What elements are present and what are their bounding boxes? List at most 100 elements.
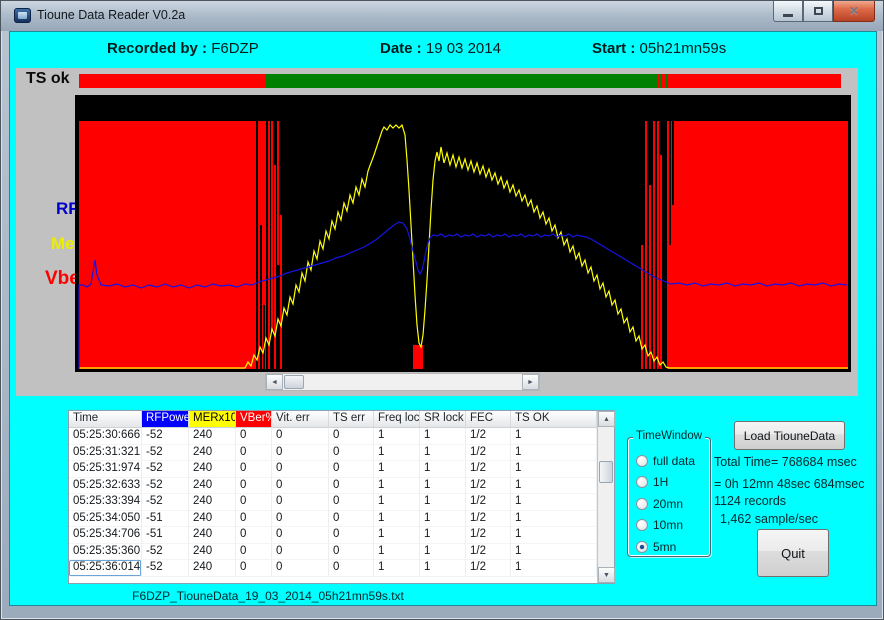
table-header-row[interactable]: TimeRFPowerMERx10VBer%Vit. errTS errFreq… [69,411,614,428]
table-cell: 1 [511,445,597,462]
table-cell: 0 [329,511,374,528]
black-spike [669,121,671,245]
column-header-time[interactable]: Time [69,411,142,427]
recorded-by: Recorded by : F6DZP [107,40,259,57]
start-time: Start : 05h21mn59s [592,40,726,57]
table-row[interactable]: 05:25:34:706-51240000111/21 [69,527,614,544]
red-spike [280,215,282,369]
column-header-fec[interactable]: FEC [466,411,511,427]
time-window-group: TimeWindow full data1H20mn10mn5mn [627,437,711,557]
table-cell: -52 [142,445,189,462]
radio-icon[interactable] [636,519,648,531]
table-cell: -51 [142,511,189,528]
ts-bar-segment [667,74,841,88]
title-bar[interactable]: Tioune Data Reader V0.2a ✕ [1,1,883,31]
table-cell: 0 [329,544,374,561]
table-cell: 1/2 [466,527,511,544]
date-label: Date : [380,40,422,57]
minimize-button[interactable] [773,1,803,22]
chart-panel: TS ok RF Mer Vber ◄ ► [16,68,858,396]
table-cell: 0 [329,478,374,495]
table-cell: 1 [420,511,466,528]
table-cell: 240 [189,560,236,577]
table-cell: 05:25:33:394 [69,494,142,511]
radio-option-5mn[interactable]: 5mn [636,536,695,558]
ts-ok-label: TS ok [26,70,70,88]
table-row[interactable]: 05:25:31:974-52240000111/21 [69,461,614,478]
signal-chart [75,95,851,372]
radio-selected-icon[interactable] [636,541,648,553]
table-cell: 05:25:32:633 [69,478,142,495]
column-header-ts-err[interactable]: TS err [329,411,374,427]
radio-icon[interactable] [636,498,648,510]
table-cell: 05:25:34:050 [69,511,142,528]
table-cell: 0 [272,428,329,445]
column-header-sr-lock[interactable]: SR lock [420,411,466,427]
table-row[interactable]: 05:25:36:014-52240000111/21 [69,560,614,577]
table-cell: -52 [142,478,189,495]
scroll-down-button[interactable]: ▼ [598,567,615,583]
records-count-text: 1124 records [714,494,786,508]
table-cell: 240 [189,445,236,462]
table-cell: 240 [189,461,236,478]
table-cell: 1 [374,461,420,478]
radio-option-20mn[interactable]: 20mn [636,493,695,515]
scroll-right-button[interactable]: ► [522,374,539,390]
table-cell: 05:25:31:974 [69,461,142,478]
scroll-left-button[interactable]: ◄ [266,374,283,390]
radio-option-10mn[interactable]: 10mn [636,515,695,537]
table-cell: 0 [329,445,374,462]
table-cell: 05:25:36:014 [69,560,142,577]
table-row[interactable]: 05:25:35:360-52240000111/21 [69,544,614,561]
date-value: 19 03 2014 [426,40,501,57]
load-tiounedata-button[interactable]: Load TiouneData [734,421,845,450]
table-cell: 1 [420,478,466,495]
close-icon: ✕ [849,4,859,18]
radio-label: 20mn [653,497,683,511]
red-spike [274,165,276,369]
column-header-merx10[interactable]: MERx10 [189,411,236,427]
red-spike [271,121,273,330]
table-cell: 240 [189,544,236,561]
quit-button[interactable]: Quit [757,529,829,577]
table-cell: 05:25:31:321 [69,445,142,462]
radio-option-1H[interactable]: 1H [636,472,695,494]
table-row[interactable]: 05:25:30:666-52240000111/21 [69,428,614,445]
table-row[interactable]: 05:25:31:321-52240000111/21 [69,445,614,462]
column-header-vber-[interactable]: VBer% [236,411,272,427]
close-button[interactable]: ✕ [833,1,875,22]
column-header-ts-ok[interactable]: TS OK [511,411,597,427]
table-cell: 1 [374,544,420,561]
column-header-rfpower[interactable]: RFPower [142,411,189,427]
chart-h-scrollbar[interactable]: ◄ ► [265,373,540,391]
table-cell: 0 [236,445,272,462]
table-cell: 1/2 [466,511,511,528]
loaded-filename: F6DZP_TiouneData_19_03_2014_05h21mn59s.t… [68,589,468,603]
radio-icon[interactable] [636,455,648,467]
table-cell: 0 [329,428,374,445]
table-scroll-thumb[interactable] [599,461,613,483]
start-label: Start : [592,40,635,57]
total-time-text: Total Time= 768684 msec [714,455,857,469]
scroll-up-button[interactable]: ▲ [598,411,615,427]
table-cell: 1 [511,461,597,478]
radio-icon[interactable] [636,476,648,488]
maximize-button[interactable] [803,1,833,22]
table-row[interactable]: 05:25:32:633-52240000111/21 [69,478,614,495]
scroll-thumb[interactable] [284,375,304,389]
radio-label: full data [653,454,695,468]
column-header-vit-err[interactable]: Vit. err [272,411,329,427]
table-cell: 1/2 [466,494,511,511]
table-cell: 0 [236,478,272,495]
radio-option-full-data[interactable]: full data [636,450,695,472]
column-header-freq-lock[interactable]: Freq lock [374,411,420,427]
app-window: Tioune Data Reader V0.2a ✕ Recorded by :… [0,0,884,620]
table-row[interactable]: 05:25:34:050-51240000111/21 [69,511,614,528]
table-v-scrollbar[interactable]: ▲ ▼ [597,411,614,583]
table-cell: 0 [272,511,329,528]
table-cell: -52 [142,544,189,561]
table-cell: 1/2 [466,560,511,577]
table-cell: 0 [272,478,329,495]
start-value: 05h21mn59s [640,40,727,57]
table-row[interactable]: 05:25:33:394-52240000111/21 [69,494,614,511]
